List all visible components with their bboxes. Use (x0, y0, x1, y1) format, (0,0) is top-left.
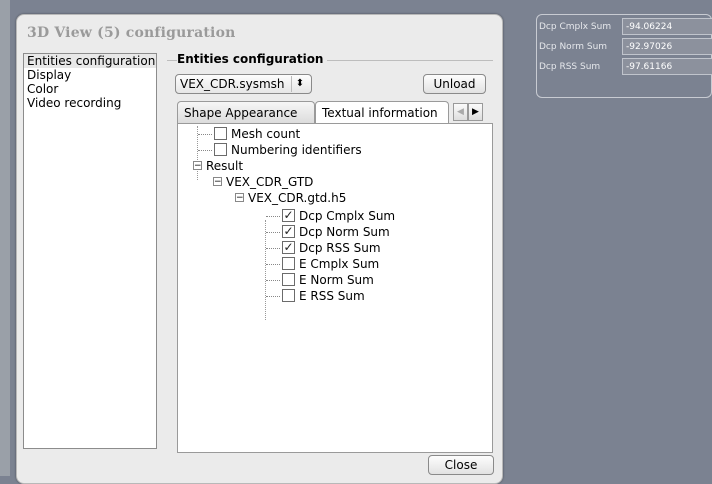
readout-label: Dcp Norm Sum (539, 42, 608, 52)
tab-textual-information[interactable]: Textual information (315, 101, 449, 124)
readout-label: Dcp RSS Sum (539, 62, 601, 72)
readout-value: -92.97026 (622, 38, 712, 55)
unload-button[interactable]: Unload (423, 74, 486, 94)
tree-item-label: Dcp Norm Sum (299, 225, 390, 239)
tree-item-e-rss-sum: E RSS Sum (266, 288, 365, 304)
checkbox-unchecked[interactable] (282, 257, 295, 270)
tree-item-numbering: Numbering identifiers (198, 142, 362, 158)
viewport-edge (0, 0, 10, 476)
readout-label: Dcp Cmplx Sum (539, 22, 612, 32)
tree-item-result: − Result (193, 158, 243, 174)
tree-item-dcp-rss-sum: ✓ Dcp RSS Sum (266, 240, 381, 256)
mesh-select-value: VEX_CDR.sysmsh (180, 77, 285, 91)
config-nav-list: Entities configuration Display Color Vid… (23, 53, 157, 449)
tree-item-label: E Cmplx Sum (299, 257, 380, 271)
tree-item-label: VEX_CDR_GTD (226, 175, 314, 189)
collapse-icon[interactable]: − (235, 193, 244, 203)
checkbox-unchecked[interactable] (282, 289, 295, 302)
updown-arrow-icon: ⬍ (291, 76, 308, 92)
tree-item-h5: − VEX_CDR.gtd.h5 (235, 190, 346, 206)
group-title: Entities configuration (177, 52, 328, 66)
numbering-checkbox[interactable] (214, 143, 227, 156)
nav-item-color[interactable]: Color (24, 82, 156, 96)
tree-item-label: E RSS Sum (299, 289, 365, 303)
tree-item-label: Result (206, 159, 244, 173)
tab-scroll-right-icon[interactable]: ▶ (468, 103, 483, 121)
tree-item-gtd: − VEX_CDR_GTD (213, 174, 313, 190)
checkbox-unchecked[interactable] (282, 273, 295, 286)
tab-shape-appearance[interactable]: Shape Appearance (177, 101, 315, 123)
tree-item-label: Mesh count (231, 127, 301, 141)
tree-item-e-norm-sum: E Norm Sum (266, 272, 374, 288)
tree-item-label: E Norm Sum (299, 273, 374, 287)
tree-item-label: Dcp Cmplx Sum (299, 209, 396, 223)
tab-scroll-left-icon[interactable]: ◀ (453, 103, 468, 121)
tree-item-label: VEX_CDR.gtd.h5 (248, 191, 347, 205)
mesh-select[interactable]: VEX_CDR.sysmsh ⬍ (175, 74, 312, 94)
collapse-icon[interactable]: − (213, 177, 222, 187)
tree-item-label: Numbering identifiers (231, 143, 362, 157)
value-readout-panel: Dcp Cmplx Sum -94.06224 Dcp Norm Sum -92… (536, 14, 712, 98)
readout-value: -94.06224 (622, 18, 712, 35)
nav-item-video-recording[interactable]: Video recording (24, 96, 156, 110)
checkbox-checked[interactable]: ✓ (282, 241, 295, 254)
readout-value: -97.61166 (622, 58, 712, 75)
nav-item-display[interactable]: Display (24, 68, 156, 82)
dialog-title: 3D View (5) configuration (27, 25, 236, 41)
tree-item-dcp-norm-sum: ✓ Dcp Norm Sum (266, 224, 390, 240)
checkbox-checked[interactable]: ✓ (282, 225, 295, 238)
mesh-count-checkbox[interactable] (214, 127, 227, 140)
tree-item-mesh-count: Mesh count (198, 126, 300, 142)
tree-item-dcp-cmplx-sum: ✓ Dcp Cmplx Sum (266, 208, 395, 224)
nav-item-entities-configuration[interactable]: Entities configuration (24, 54, 156, 68)
tree-item-label: Dcp RSS Sum (299, 241, 381, 255)
tree-item-e-cmplx-sum: E Cmplx Sum (266, 256, 379, 272)
close-button[interactable]: Close (428, 455, 494, 475)
collapse-icon[interactable]: − (193, 161, 202, 171)
configuration-dialog: 3D View (5) configuration Entities confi… (16, 14, 503, 484)
entity-tree: Mesh count Numbering identifiers − Result… (177, 123, 493, 453)
checkbox-checked[interactable]: ✓ (282, 209, 295, 222)
